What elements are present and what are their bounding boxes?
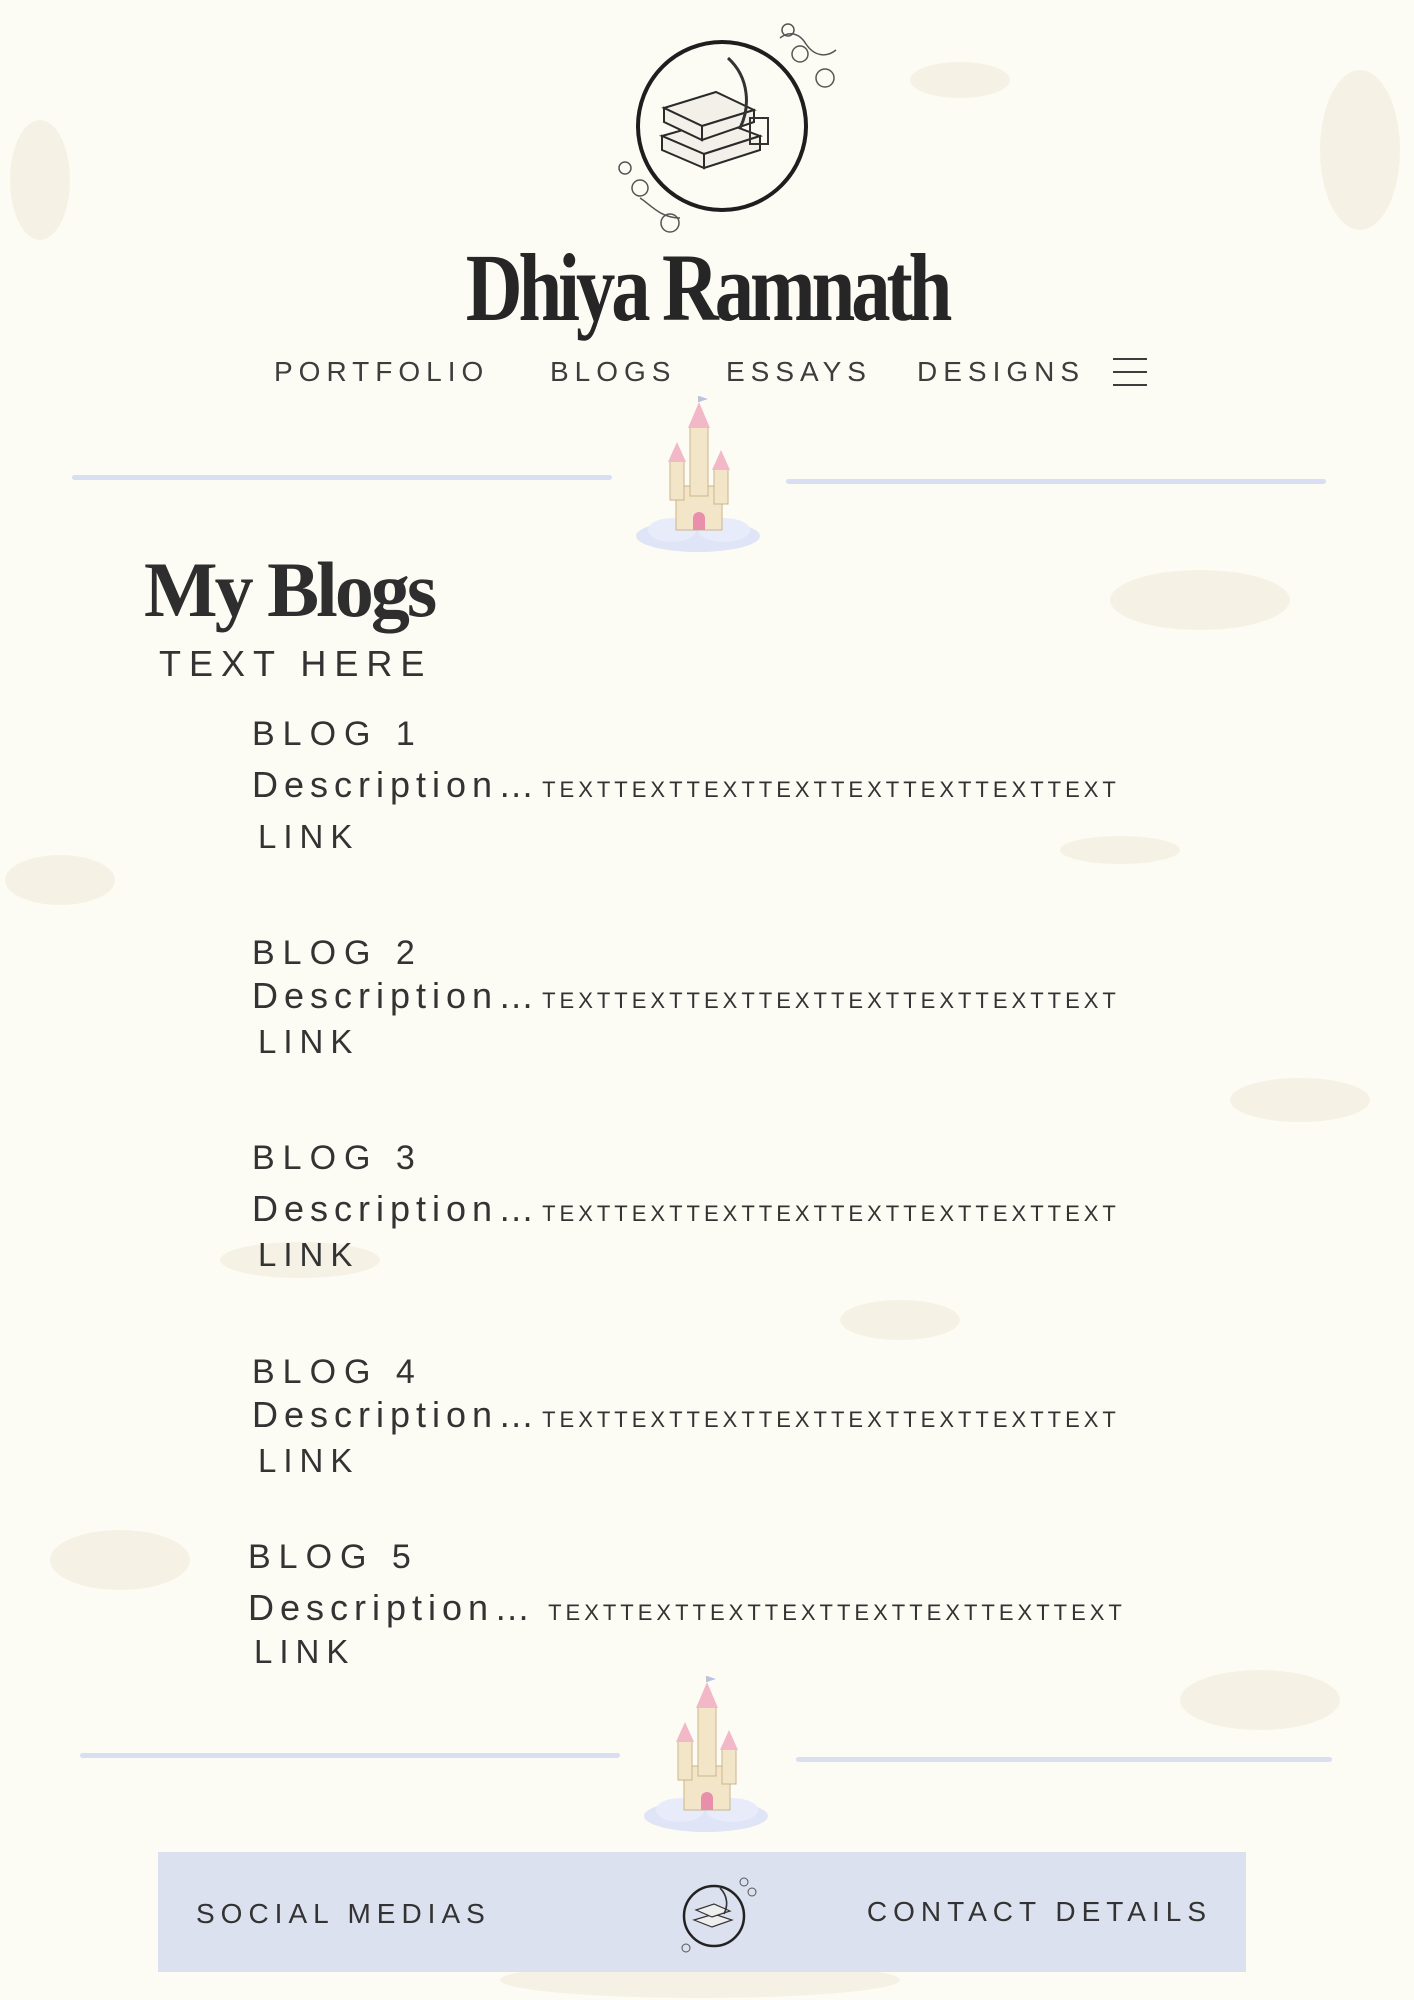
blog-description-label: Description…: [252, 764, 541, 805]
blog-link[interactable]: LINK: [258, 1442, 359, 1480]
blog-title: BLOG 3: [252, 1139, 423, 1177]
nav-blogs[interactable]: BLOGS: [550, 356, 676, 388]
blog-entry-1: BLOG 1 Description…TEXTTEXTTEXTTEXTTEXTT…: [252, 715, 1120, 856]
divider-right-bottom: [796, 1757, 1332, 1762]
blog-description-text: TEXTTEXTTEXTTEXTTEXTTEXTTEXTTEXT: [542, 988, 1120, 1013]
blog-entry-3: BLOG 3 Description…TEXTTEXTTEXTTEXTTEXTT…: [252, 1139, 1120, 1274]
nav-essays[interactable]: ESSAYS: [726, 356, 872, 388]
blog-description-text: TEXTTEXTTEXTTEXTTEXTTEXTTEXTTEXT: [542, 1201, 1120, 1226]
blog-description-text: TEXTTEXTTEXTTEXTTEXTTEXTTEXTTEXT: [548, 1600, 1126, 1625]
blog-title: BLOG 5: [248, 1538, 419, 1576]
page-subtitle: TEXT HERE: [159, 643, 433, 684]
site-title: Dhiya Ramnath: [465, 234, 953, 341]
divider-left-top: [72, 475, 612, 480]
blog-description: Description…TEXTTEXTTEXTTEXTTEXTTEXTTEXT…: [252, 975, 1120, 1017]
contact-details-link[interactable]: CONTACT DETAILS: [867, 1896, 1212, 1928]
blog-title: BLOG 2: [252, 934, 423, 972]
blog-description-text: TEXTTEXTTEXTTEXTTEXTTEXTTEXTTEXT: [542, 777, 1120, 802]
castle-cloud-icon: [636, 396, 760, 552]
page-title: My Blogs: [144, 546, 437, 633]
blog-link[interactable]: LINK: [258, 1236, 359, 1274]
books-quill-logo-icon: [618, 23, 837, 233]
blog-title: BLOG 1: [252, 715, 423, 753]
books-quill-logo-icon: [681, 1877, 757, 1953]
divider-left-bottom: [80, 1753, 620, 1758]
blog-link[interactable]: LINK: [258, 1023, 359, 1061]
hamburger-menu-icon[interactable]: [1113, 358, 1147, 388]
blog-title: BLOG 4: [252, 1353, 423, 1391]
nav-designs[interactable]: DESIGNS: [917, 356, 1085, 388]
blog-description: Description… TEXTTEXTTEXTTEXTTEXTTEXTTEXT…: [248, 1587, 1126, 1629]
blog-description-label: Description…: [252, 975, 541, 1016]
divider-right-top: [786, 479, 1326, 484]
blog-description-label: Description…: [252, 1188, 541, 1229]
blog-description-label: Description…: [248, 1587, 537, 1628]
blog-description: Description…TEXTTEXTTEXTTEXTTEXTTEXTTEXT…: [252, 764, 1120, 806]
blog-entry-4: BLOG 4 Description…TEXTTEXTTEXTTEXTTEXTT…: [252, 1353, 1120, 1480]
blog-link[interactable]: LINK: [254, 1633, 355, 1671]
blog-description-label: Description…: [252, 1394, 541, 1435]
main-nav: PORTFOLIO BLOGS ESSAYS DESIGNS: [0, 356, 1414, 396]
blog-description-text: TEXTTEXTTEXTTEXTTEXTTEXTTEXTTEXT: [542, 1407, 1120, 1432]
nav-portfolio[interactable]: PORTFOLIO: [274, 356, 489, 388]
blog-description: Description…TEXTTEXTTEXTTEXTTEXTTEXTTEXT…: [252, 1188, 1120, 1230]
blog-link[interactable]: LINK: [258, 818, 359, 856]
blog-description: Description…TEXTTEXTTEXTTEXTTEXTTEXTTEXT…: [252, 1394, 1120, 1436]
blog-entry-5: BLOG 5 Description… TEXTTEXTTEXTTEXTTEXTT…: [248, 1538, 1126, 1671]
social-medias-link[interactable]: SOCIAL MEDIAS: [196, 1898, 491, 1930]
site-footer: SOCIAL MEDIAS CONTACT DETAILS: [158, 1852, 1246, 1972]
castle-cloud-icon: [644, 1676, 768, 1832]
blog-entry-2: BLOG 2 Description…TEXTTEXTTEXTTEXTTEXTT…: [252, 934, 1120, 1061]
